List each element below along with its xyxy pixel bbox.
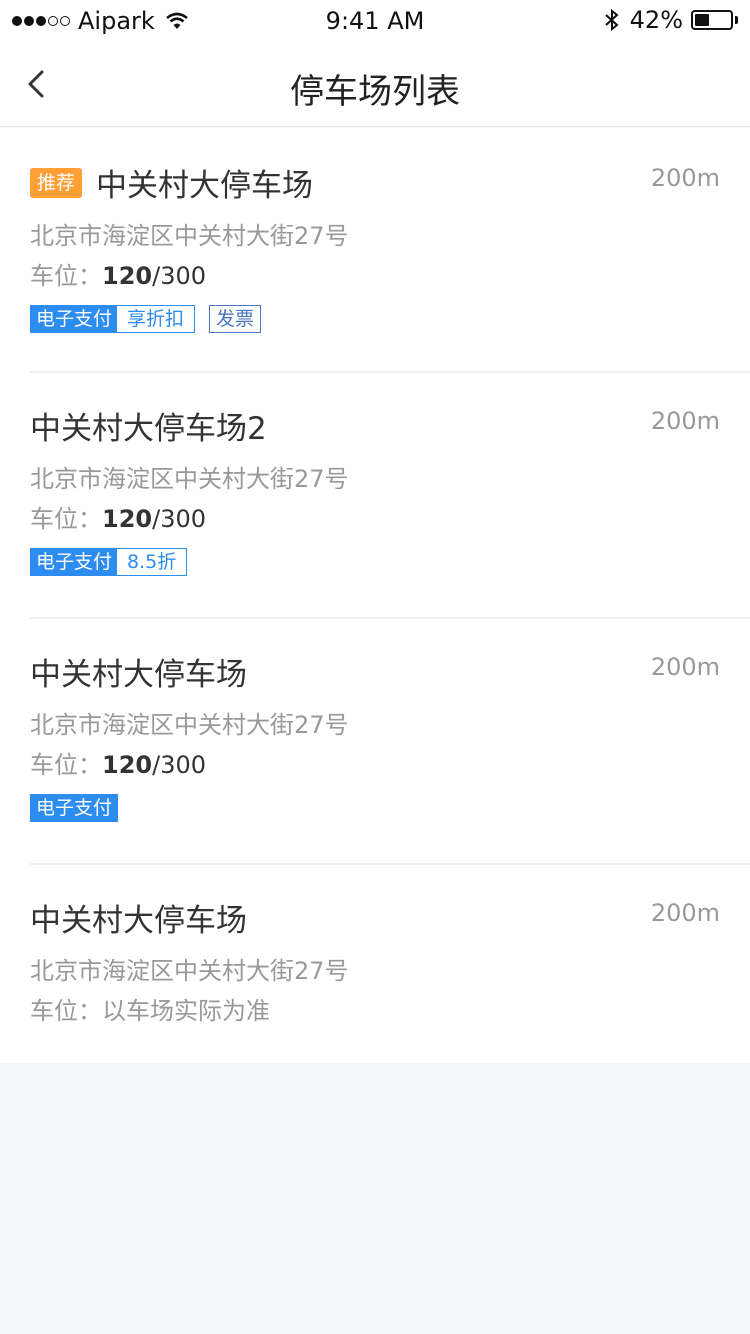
parking-lot-name: 中关村大停车场: [96, 168, 314, 204]
parking-lot-item[interactable]: 推荐 中关村大停车场 200m 北京市海淀区中关村大街27号 车位：120/30…: [0, 128, 750, 371]
parking-lot-item[interactable]: 中关村大停车场2 200m 北京市海淀区中关村大街27号 车位：120/300 …: [0, 371, 750, 617]
parking-lot-name: 中关村大停车场: [30, 903, 247, 939]
discount-tag: 享折扣: [117, 306, 195, 332]
payment-tag: 电子支付: [30, 794, 119, 822]
distance: 200m: [650, 899, 720, 927]
parking-lot-item[interactable]: 中关村大停车场 200m 北京市海淀区中关村大街27号 车位：以车场实际为准: [0, 863, 750, 1063]
spaces-total: /300: [152, 751, 207, 779]
address: 北京市海淀区中关村大街27号: [30, 465, 349, 493]
parking-lot-list: 推荐 中关村大停车场 200m 北京市海淀区中关村大街27号 车位：120/30…: [0, 128, 750, 1063]
recommend-badge: 推荐: [30, 167, 83, 198]
page-title: 停车场列表: [290, 72, 460, 112]
parking-lot-name: 中关村大停车场: [30, 657, 247, 693]
invoice-tag: 发票: [209, 305, 262, 333]
address: 北京市海淀区中关村大街27号: [30, 957, 349, 985]
spaces-total: /300: [152, 505, 207, 533]
payment-tag: 电子支付 享折扣: [30, 305, 196, 333]
title-row: 中关村大停车场: [30, 649, 247, 694]
spaces-label: 车位：: [30, 505, 102, 533]
distance: 200m: [650, 164, 720, 192]
parking-spaces: 车位：120/300: [30, 499, 206, 534]
discount-tag: 8.5折: [117, 549, 187, 575]
tags: 电子支付: [30, 794, 132, 822]
distance: 200m: [650, 653, 720, 681]
status-bar: Aipark 9:41 AM 42%: [0, 0, 750, 40]
parking-lot-item[interactable]: 中关村大停车场 200m 北京市海淀区中关村大街27号 车位：120/300 电…: [0, 617, 750, 863]
nav-bar: 停车场列表: [0, 40, 750, 127]
battery-percentage: 42%: [629, 6, 683, 34]
title-row: 中关村大停车场: [30, 895, 247, 940]
tags: 电子支付 享折扣 发票: [30, 305, 262, 333]
parking-lot-name: 中关村大停车场2: [30, 411, 267, 447]
spaces-free: 120: [102, 751, 153, 779]
address: 北京市海淀区中关村大街27号: [30, 222, 349, 250]
battery-cap: [735, 16, 738, 24]
parking-spaces: 车位：以车场实际为准: [30, 997, 270, 1025]
tags: 电子支付 8.5折: [30, 548, 201, 576]
e-payment-tag: 电子支付: [31, 549, 118, 575]
title-row: 中关村大停车场2: [30, 403, 267, 448]
parking-spaces: 车位：120/300: [30, 745, 206, 780]
spaces-free: 120: [102, 262, 153, 290]
address: 北京市海淀区中关村大街27号: [30, 711, 349, 739]
e-payment-tag: 电子支付: [31, 795, 118, 821]
payment-tag: 电子支付 8.5折: [30, 548, 188, 576]
spaces-free: 120: [102, 505, 153, 533]
spaces-label: 车位：: [30, 751, 102, 779]
e-payment-tag: 电子支付: [31, 306, 118, 332]
spaces-label: 车位：: [30, 262, 102, 290]
status-right: 42%: [604, 6, 738, 34]
parking-spaces: 车位：120/300: [30, 256, 206, 291]
battery-icon: [691, 10, 733, 30]
distance: 200m: [650, 407, 720, 435]
bluetooth-icon: [604, 8, 619, 32]
spaces-total: /300: [152, 262, 207, 290]
title-row: 推荐 中关村大停车场: [30, 160, 313, 205]
